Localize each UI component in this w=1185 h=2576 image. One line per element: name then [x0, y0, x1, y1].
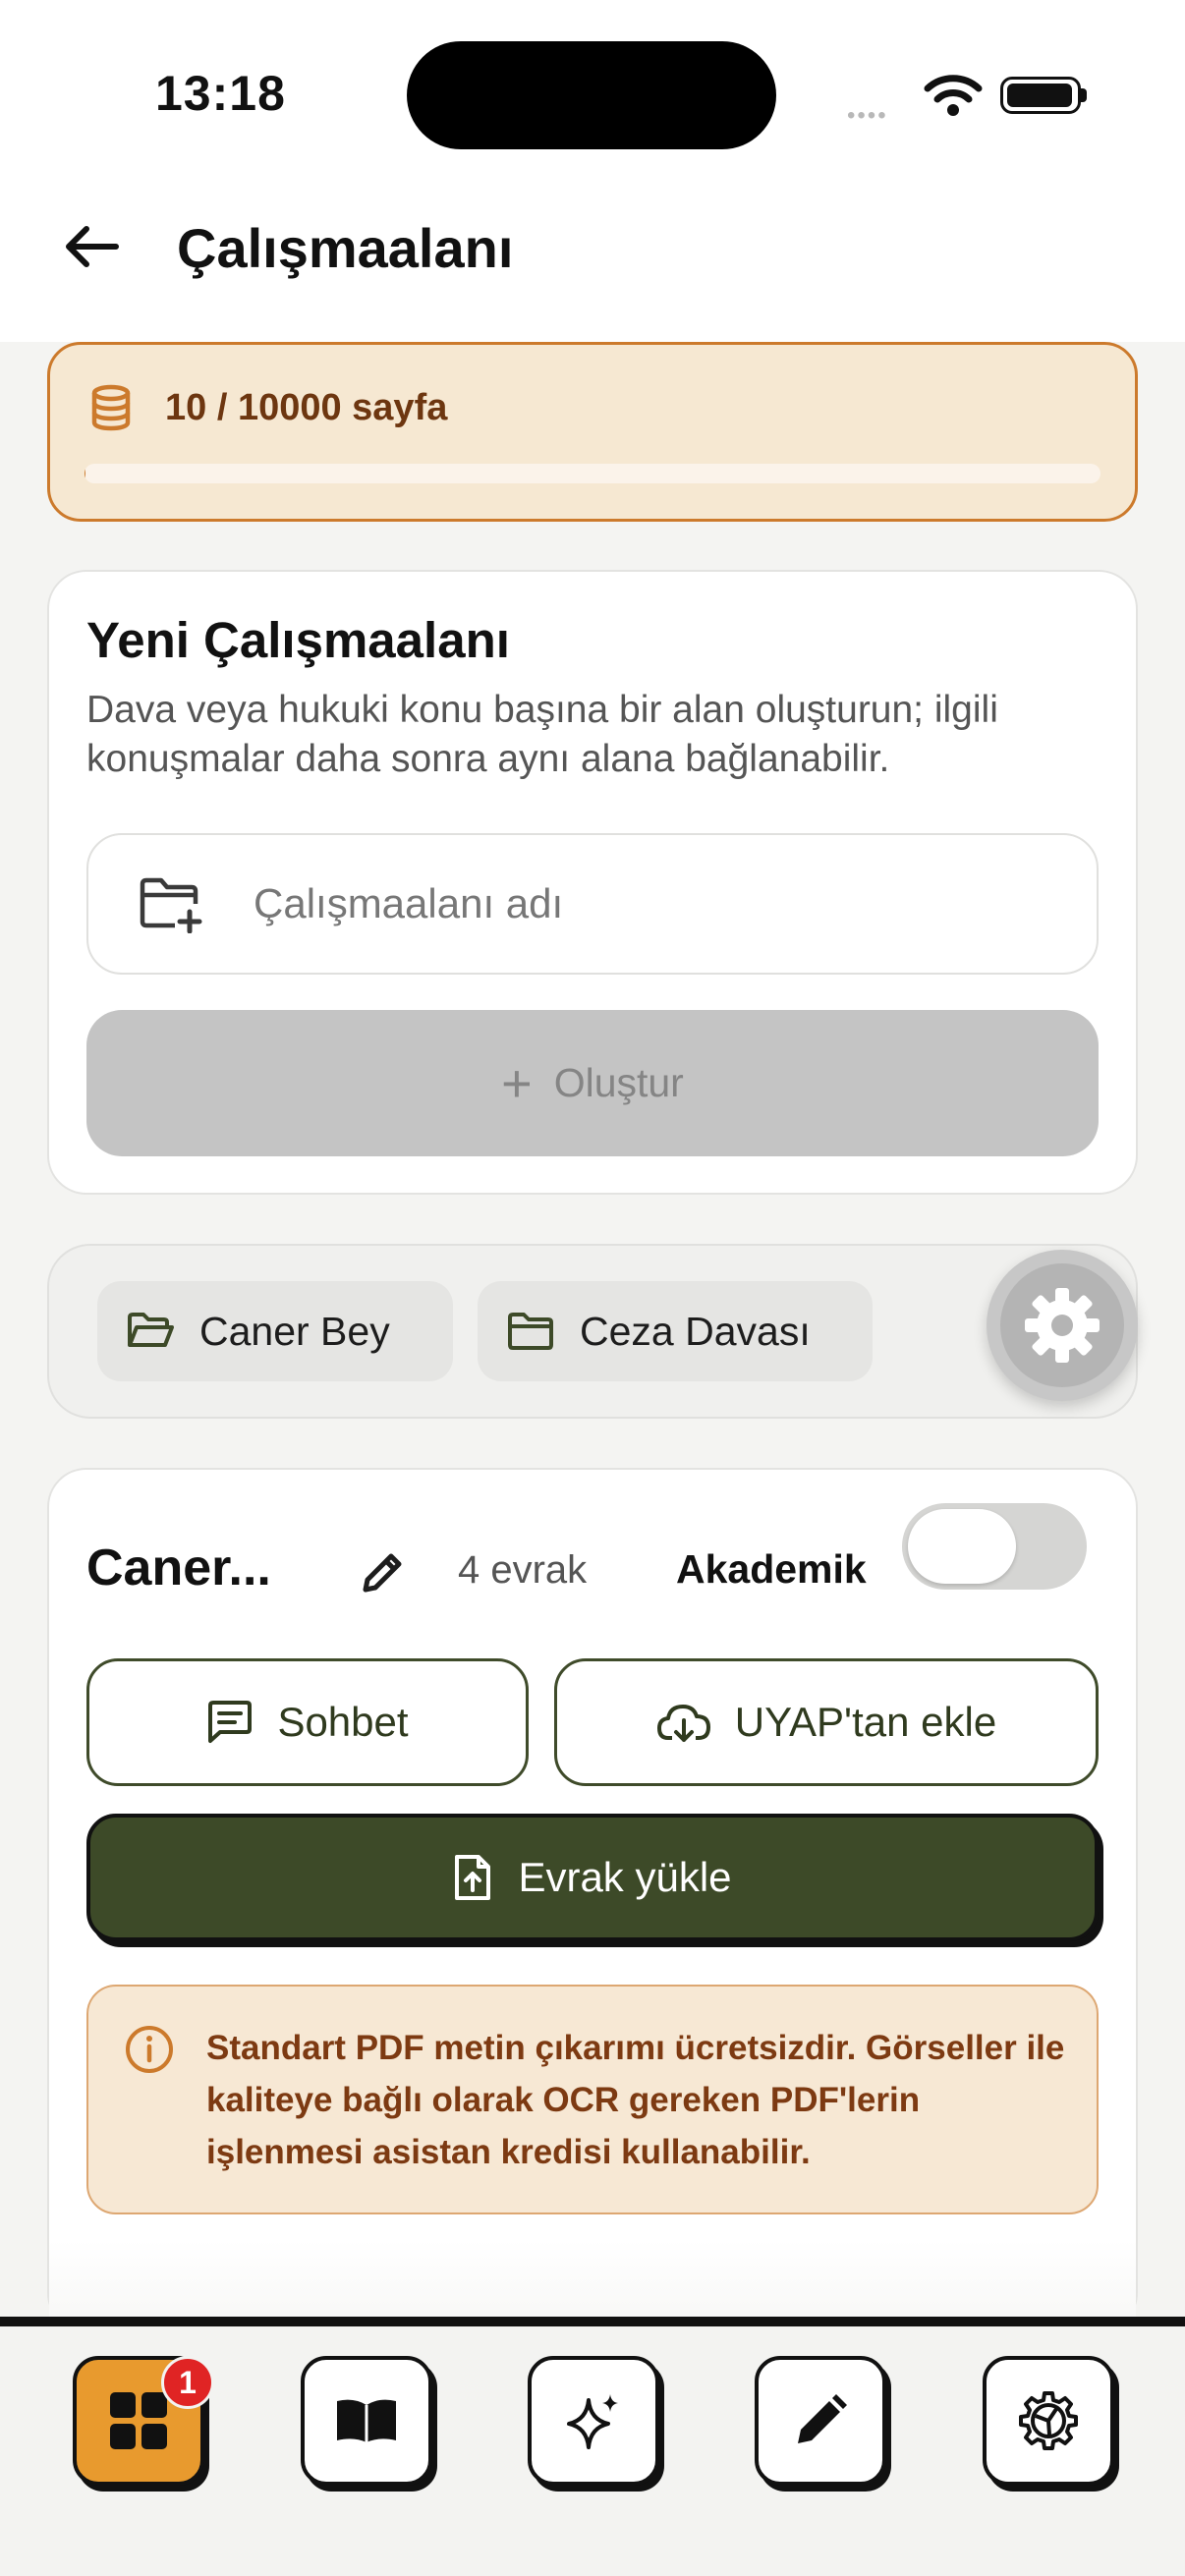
folder-open-icon	[128, 1313, 174, 1347]
nav-assistant[interactable]	[528, 2356, 659, 2486]
arrow-left-icon	[66, 226, 119, 267]
book-icon	[337, 2399, 396, 2442]
database-icon	[91, 384, 131, 431]
chat-button[interactable]: Sohbet	[86, 1658, 529, 1786]
nav-settings[interactable]	[983, 2356, 1114, 2486]
workspace-chip-caner-bey[interactable]: Caner Bey	[97, 1281, 453, 1381]
signal-dots: ••••	[847, 102, 888, 129]
quota-text: 10 / 10000 sayfa	[165, 387, 448, 428]
notification-badge: 1	[161, 2356, 214, 2409]
workspace-name: Caner...	[86, 1540, 271, 1596]
gear-icon	[1019, 2391, 1078, 2450]
workspace-chip-label: Ceza Davası	[580, 1308, 811, 1354]
upload-document-button[interactable]: Evrak yükle	[86, 1814, 1099, 1941]
page-quota-card	[47, 342, 1138, 522]
quota-progress-bar	[85, 464, 1100, 483]
battery-icon	[1000, 77, 1081, 114]
dynamic-island	[407, 41, 776, 149]
pencil-icon[interactable]	[354, 1546, 413, 1599]
nav-library[interactable]	[301, 2356, 432, 2486]
grid-icon	[110, 2392, 167, 2449]
document-count: 4 evrak	[458, 1548, 588, 1592]
chat-icon	[208, 1701, 253, 1743]
scroll-fade	[49, 2240, 1136, 2319]
create-card-title: Yeni Çalışmaalanı	[86, 612, 510, 668]
file-upload-icon	[455, 1855, 491, 1900]
create-button-label: Oluştur	[553, 1060, 684, 1105]
upload-button-label: Evrak yükle	[518, 1854, 732, 1900]
workspace-name-field[interactable]	[86, 833, 1099, 975]
uyap-add-button[interactable]: UYAP'tan ekle	[554, 1658, 1099, 1786]
status-time: 13:18	[155, 66, 286, 121]
workspace-chip-label: Caner Bey	[199, 1308, 390, 1354]
workspace-name-input[interactable]	[254, 880, 1040, 927]
toggle-knob	[908, 1509, 1016, 1584]
battery-tip	[1081, 88, 1087, 102]
uyap-button-label: UYAP'tan ekle	[734, 1699, 997, 1745]
ocr-notice-text: Standart PDF metin çıkarımı ücretsizdir.…	[206, 2029, 1065, 2171]
pencil-icon	[798, 2394, 847, 2443]
workspace-chip-ceza-davasi[interactable]: Ceza Davası	[478, 1281, 873, 1381]
back-button[interactable]	[51, 212, 130, 281]
chat-button-label: Sohbet	[277, 1699, 409, 1745]
folder-plus-icon	[140, 877, 202, 933]
academic-toggle-label: Akademik	[676, 1546, 867, 1592]
create-button[interactable]: + Oluştur	[86, 1010, 1099, 1156]
page-title: Çalışmaalanı	[177, 217, 514, 279]
gear-icon	[1025, 1288, 1100, 1363]
wifi-icon	[924, 75, 983, 116]
nav-editor[interactable]	[755, 2356, 886, 2486]
folder-icon	[508, 1313, 553, 1350]
create-card-description: Dava veya hukuki konu başına bir alan ol…	[86, 689, 998, 780]
workspace-settings-button[interactable]	[987, 1250, 1138, 1401]
cloud-download-icon	[656, 1705, 710, 1742]
info-icon	[126, 2026, 173, 2073]
sparkles-icon	[567, 2394, 618, 2449]
plus-icon: +	[501, 1053, 533, 1113]
